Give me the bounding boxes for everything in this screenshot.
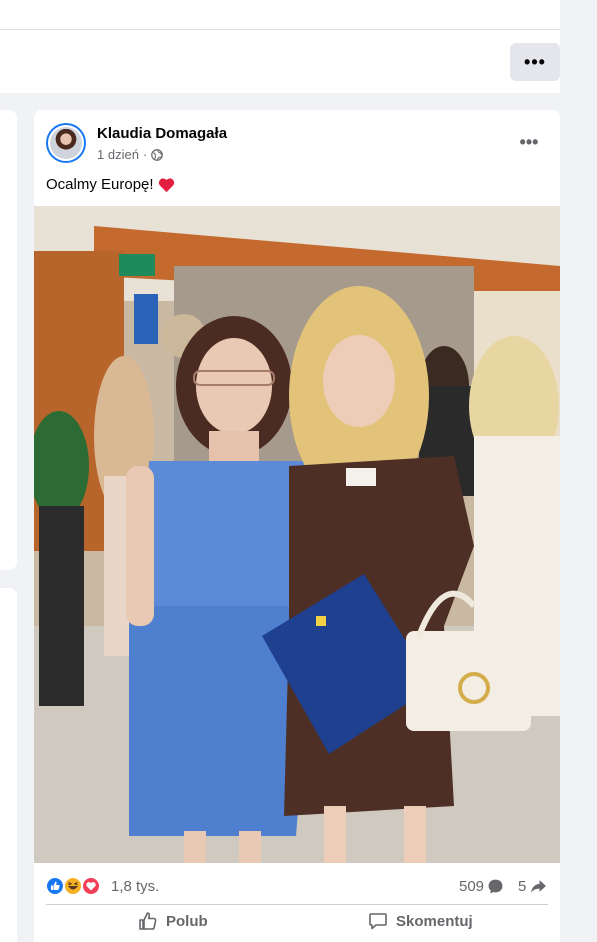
- post-time[interactable]: 1 dzień: [97, 147, 139, 162]
- reaction-icons[interactable]: [46, 877, 108, 895]
- top-bar: •••: [0, 0, 560, 93]
- post-meta: 1 dzień ·: [97, 147, 164, 162]
- red-heart-icon: [158, 177, 174, 192]
- share-count[interactable]: 5: [518, 878, 547, 895]
- share-arrow-icon: [531, 880, 547, 893]
- like-label: Polub: [166, 912, 208, 930]
- post-author[interactable]: Klaudia Domagała: [97, 125, 227, 142]
- like-button[interactable]: Polub: [138, 908, 208, 934]
- haha-icon: [64, 877, 82, 895]
- comment-bubble-icon: [488, 879, 503, 894]
- more-options-button[interactable]: •••: [510, 43, 560, 81]
- globe-icon: [151, 148, 164, 161]
- post-text: Ocalmy Europę!: [46, 176, 154, 193]
- meta-separator: ·: [142, 147, 148, 162]
- top-divider: [0, 29, 560, 30]
- thumbs-up-icon: [139, 912, 157, 930]
- post-more-button[interactable]: •••: [514, 130, 544, 154]
- love-icon: [82, 877, 100, 895]
- reaction-count[interactable]: 1,8 tys.: [111, 878, 159, 895]
- post-card: Klaudia Domagała 1 dzień · ••• Ocalmy Eu…: [34, 110, 560, 942]
- comment-label: Skomentuj: [396, 912, 473, 930]
- comment-button[interactable]: Skomentuj: [368, 908, 473, 934]
- actions-divider: [46, 904, 548, 905]
- share-count-value: 5: [518, 878, 527, 895]
- comment-icon: [369, 913, 387, 930]
- avatar[interactable]: [46, 123, 86, 163]
- left-card-edge: [0, 110, 17, 570]
- reactions-row: 1,8 tys. 509 5: [46, 875, 548, 897]
- like-icon: [46, 877, 64, 895]
- post-photo-image: [34, 206, 560, 863]
- post-text-row: Ocalmy Europę!: [46, 176, 175, 193]
- comment-count[interactable]: 509: [459, 878, 504, 895]
- post-photo[interactable]: [34, 206, 560, 863]
- comment-count-value: 509: [459, 878, 485, 895]
- left-card-edge-lower: [0, 588, 17, 942]
